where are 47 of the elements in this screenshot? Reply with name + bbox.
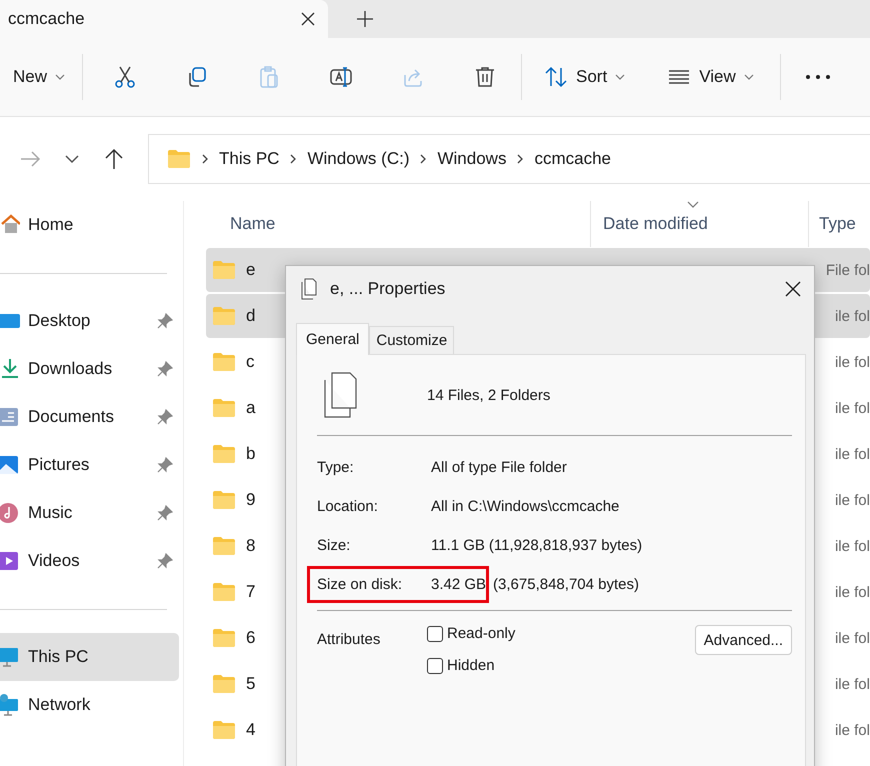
file-type: ile fol	[834, 538, 870, 554]
file-name: 9	[246, 490, 256, 510]
file-type: ile fol	[834, 676, 870, 692]
file-name: 4	[246, 720, 256, 740]
sidebar-label: Music	[28, 503, 74, 523]
file-type: ile fol	[834, 446, 870, 462]
property-label: Size:	[317, 537, 352, 554]
property-label: Location:	[317, 498, 379, 515]
file-type: ile fol	[834, 400, 870, 416]
checkbox-label: Read-only	[447, 625, 516, 642]
file-type: ile fol	[834, 308, 870, 324]
property-label: Type:	[317, 459, 355, 476]
sidebar-label: Pictures	[28, 455, 90, 475]
summary-text: 14 Files, 2 Folders	[427, 386, 550, 404]
file-name: 7	[246, 582, 256, 602]
file-name: 5	[246, 674, 256, 694]
file-type: ile fol	[834, 584, 870, 600]
file-name: e	[246, 260, 256, 280]
property-detail: (11,928,818,937 bytes)	[488, 537, 642, 554]
sidebar-label: Network	[28, 695, 92, 715]
file-type: ile fol	[834, 492, 870, 508]
file-name: c	[246, 352, 254, 372]
property-detail: (3,675,848,704 bytes)	[493, 576, 639, 593]
property-value: 3.42 GB	[431, 576, 486, 593]
sidebar-label: Documents	[28, 407, 115, 427]
dialog-title: e, ... Properties	[330, 279, 446, 299]
property-value: All of type File folder	[431, 459, 567, 476]
attributes-label: Attributes	[317, 631, 382, 650]
file-name: 8	[246, 536, 256, 556]
tab-title: ccmcache	[8, 9, 85, 29]
file-name: d	[246, 306, 256, 326]
property-value: All in C:\Windows\ccmcache	[431, 498, 620, 515]
file-type: File fol	[826, 262, 870, 278]
file-name: a	[246, 398, 256, 418]
property-label: Size on disk:	[317, 576, 404, 593]
file-type: ile fol	[834, 722, 870, 738]
sidebar-label: Desktop	[28, 311, 92, 331]
file-name: 6	[246, 628, 256, 648]
file-type: ile fol	[834, 630, 870, 646]
file-type: ile fol	[834, 354, 870, 370]
sidebar-label: Videos	[28, 551, 81, 571]
sidebar-label: This PC	[28, 647, 90, 667]
property-value: 11.1 GB	[431, 537, 485, 554]
file-name: b	[246, 444, 256, 464]
sidebar-label: Home	[28, 215, 74, 235]
checkbox-label: Hidden	[447, 657, 495, 674]
sidebar-label: Downloads	[28, 359, 114, 379]
